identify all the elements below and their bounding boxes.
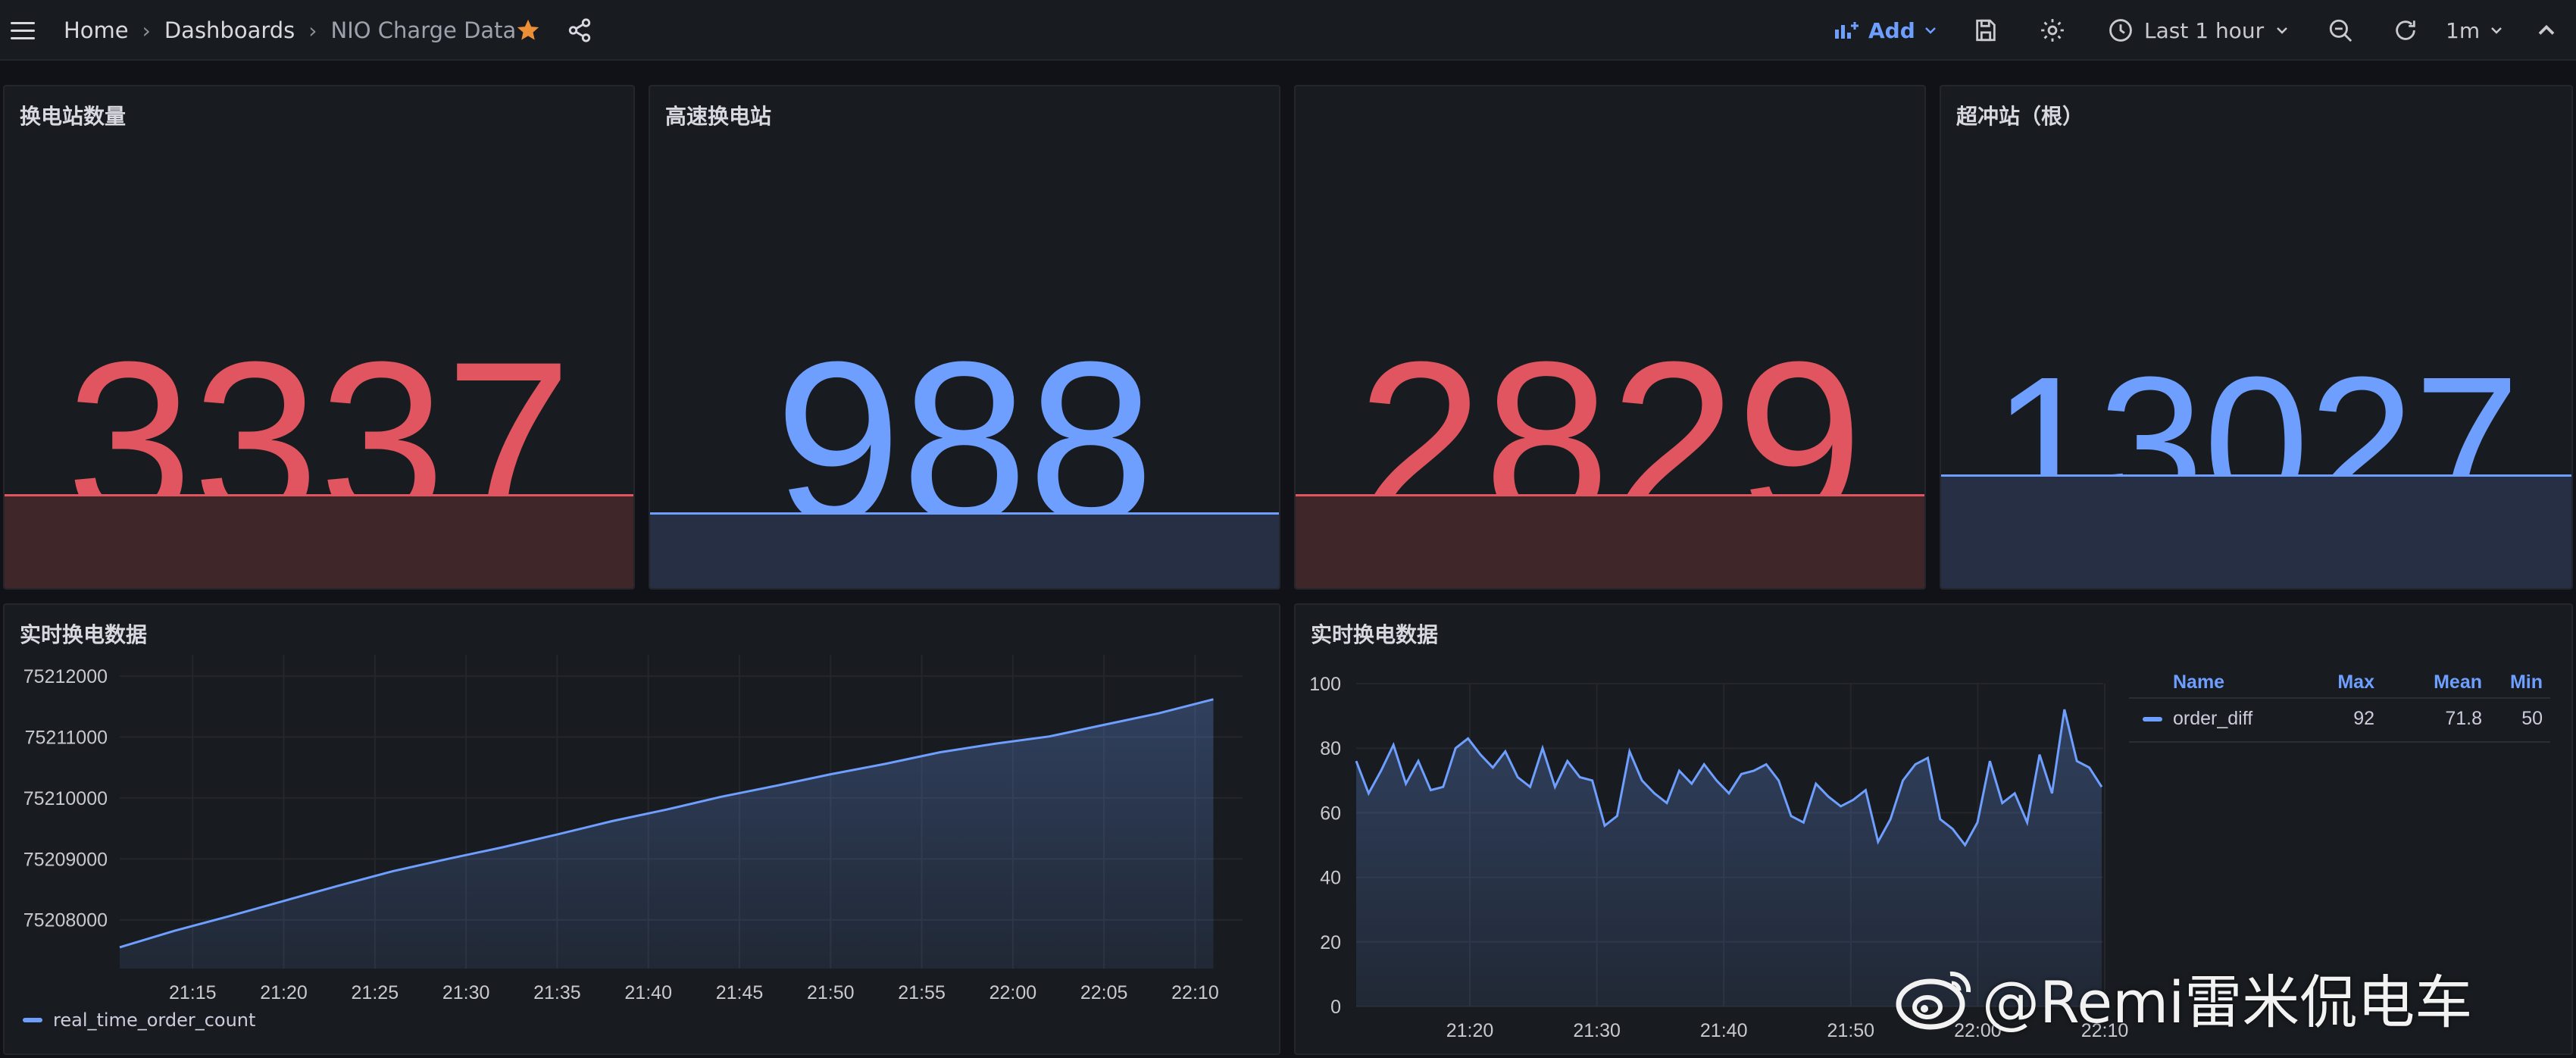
legend-table: Name Max Mean Min order_diff 92 71.8 50 bbox=[2129, 671, 2553, 744]
legend-header-max[interactable]: Max bbox=[2311, 671, 2374, 693]
y-tick-label: 75212000 bbox=[23, 666, 108, 687]
y-tick-label: 20 bbox=[1320, 932, 1341, 953]
x-tick-label: 21:20 bbox=[260, 982, 308, 1003]
legend-swatch bbox=[2143, 717, 2162, 722]
x-tick-label: 22:05 bbox=[1080, 982, 1128, 1003]
watermark-text: @Remi雷米侃电车 bbox=[1982, 969, 2473, 1036]
legend-item[interactable]: real_time_order_count bbox=[23, 1009, 255, 1031]
x-tick-label: 21:20 bbox=[1446, 1020, 1494, 1041]
refresh-icon[interactable] bbox=[2393, 0, 2418, 61]
time-range-picker[interactable]: Last 1 hour bbox=[2108, 0, 2290, 61]
y-tick-label: 60 bbox=[1320, 803, 1341, 824]
refresh-interval-label: 1m bbox=[2446, 17, 2481, 43]
star-icon[interactable] bbox=[515, 0, 541, 61]
save-dashboard-icon[interactable] bbox=[1973, 0, 1999, 61]
breadcrumb: Home › Dashboards › NIO Charge Data bbox=[64, 0, 516, 61]
breadcrumb-separator: › bbox=[142, 17, 151, 43]
legend-min-value: 50 bbox=[2521, 708, 2543, 729]
legend-mean-value: 71.8 bbox=[2445, 708, 2482, 729]
weibo-watermark: @Remi雷米侃电车 bbox=[1894, 961, 2472, 1036]
x-tick-label: 21:30 bbox=[442, 982, 490, 1003]
legend-label: real_time_order_count bbox=[53, 1009, 256, 1031]
share-icon[interactable] bbox=[567, 0, 592, 61]
y-tick-label: 75210000 bbox=[23, 788, 108, 809]
refresh-interval-picker[interactable]: 1m bbox=[2446, 0, 2504, 61]
breadcrumb-dashboard-title: NIO Charge Data bbox=[330, 17, 517, 43]
time-range-label: Last 1 hour bbox=[2144, 17, 2265, 43]
order-count-chart: 75208000 75209000 75210000 75211000 75212000… bbox=[23, 655, 1243, 1003]
timeseries-panel-order-count[interactable]: 实时换电数据 75208000 75209000 75210000 75211000 7… bbox=[3, 603, 1280, 1055]
settings-gear-icon[interactable] bbox=[2040, 0, 2065, 61]
y-tick-label: 0 bbox=[1330, 997, 1341, 1018]
x-tick-label: 21:50 bbox=[807, 982, 855, 1003]
y-tick-label: 40 bbox=[1320, 868, 1341, 889]
y-tick-label: 80 bbox=[1320, 738, 1341, 759]
legend-header-min[interactable]: Min bbox=[2485, 671, 2543, 693]
panel-title: 超冲站（根） bbox=[1956, 104, 2084, 129]
top-navigation-bar: Home › Dashboards › NIO Charge Data Add … bbox=[0, 0, 2576, 61]
y-tick-label: 75208000 bbox=[23, 910, 108, 931]
x-tick-label: 21:30 bbox=[1573, 1020, 1621, 1041]
breadcrumb-separator: › bbox=[308, 17, 317, 43]
legend-swatch bbox=[23, 1018, 42, 1022]
add-button-label: Add bbox=[1868, 17, 1915, 43]
panel-title: 高速换电站 bbox=[665, 104, 772, 129]
legend-divider bbox=[2129, 741, 2550, 743]
y-tick-label: 75211000 bbox=[25, 728, 108, 749]
x-tick-label: 21:35 bbox=[533, 982, 581, 1003]
breadcrumb-dashboards[interactable]: Dashboards bbox=[164, 17, 295, 43]
legend-series-name[interactable]: order_diff bbox=[2173, 708, 2252, 730]
legend-header-name[interactable]: Name bbox=[2173, 671, 2224, 693]
x-tick-label: 21:25 bbox=[352, 982, 399, 1003]
y-tick-label: 75209000 bbox=[23, 849, 108, 870]
clock-icon bbox=[2109, 19, 2132, 42]
add-panel-icon bbox=[1835, 22, 1859, 39]
x-tick-label: 21:40 bbox=[1700, 1020, 1748, 1041]
chevron-down-icon bbox=[2277, 27, 2287, 34]
weibo-logo-icon bbox=[1896, 971, 1971, 1030]
collapse-toolbar-icon[interactable] bbox=[2535, 0, 2558, 61]
x-tick-label: 22:10 bbox=[1171, 982, 1219, 1003]
stat-panel-highway-stations[interactable]: 高速换电站 988 bbox=[649, 85, 1280, 590]
stat-sparkline-area bbox=[650, 512, 1279, 588]
x-tick-label: 21:45 bbox=[716, 982, 764, 1003]
chevron-down-icon bbox=[1924, 27, 1936, 34]
chevron-down-icon bbox=[2491, 27, 2502, 34]
legend-header-mean[interactable]: Mean bbox=[2409, 671, 2482, 693]
legend-max-value: 92 bbox=[2353, 708, 2374, 729]
stat-sparkline-area bbox=[5, 494, 633, 588]
stat-panel-swap-stations[interactable]: 换电站数量 3337 bbox=[3, 85, 635, 590]
add-button[interactable]: Add bbox=[1834, 0, 1938, 61]
stat-panel-untitled[interactable]: 2829 bbox=[1294, 85, 1926, 590]
zoom-out-icon[interactable] bbox=[2327, 0, 2353, 61]
x-tick-label: 21:55 bbox=[898, 982, 946, 1003]
x-tick-label: 22:00 bbox=[989, 982, 1037, 1003]
stat-sparkline-area bbox=[1941, 474, 2571, 588]
x-tick-label: 21:40 bbox=[624, 982, 672, 1003]
menu-icon[interactable] bbox=[8, 0, 38, 61]
x-tick-label: 21:15 bbox=[169, 982, 217, 1003]
breadcrumb-home[interactable]: Home bbox=[64, 17, 129, 43]
panel-title: 换电站数量 bbox=[20, 104, 127, 129]
stat-panel-supercharge-piles[interactable]: 超冲站（根） 13027 bbox=[1940, 85, 2573, 590]
legend-divider bbox=[2129, 697, 2550, 699]
x-tick-label: 21:50 bbox=[1827, 1020, 1875, 1041]
stat-sparkline-area bbox=[1296, 494, 1924, 588]
y-tick-label: 100 bbox=[1309, 674, 1341, 695]
